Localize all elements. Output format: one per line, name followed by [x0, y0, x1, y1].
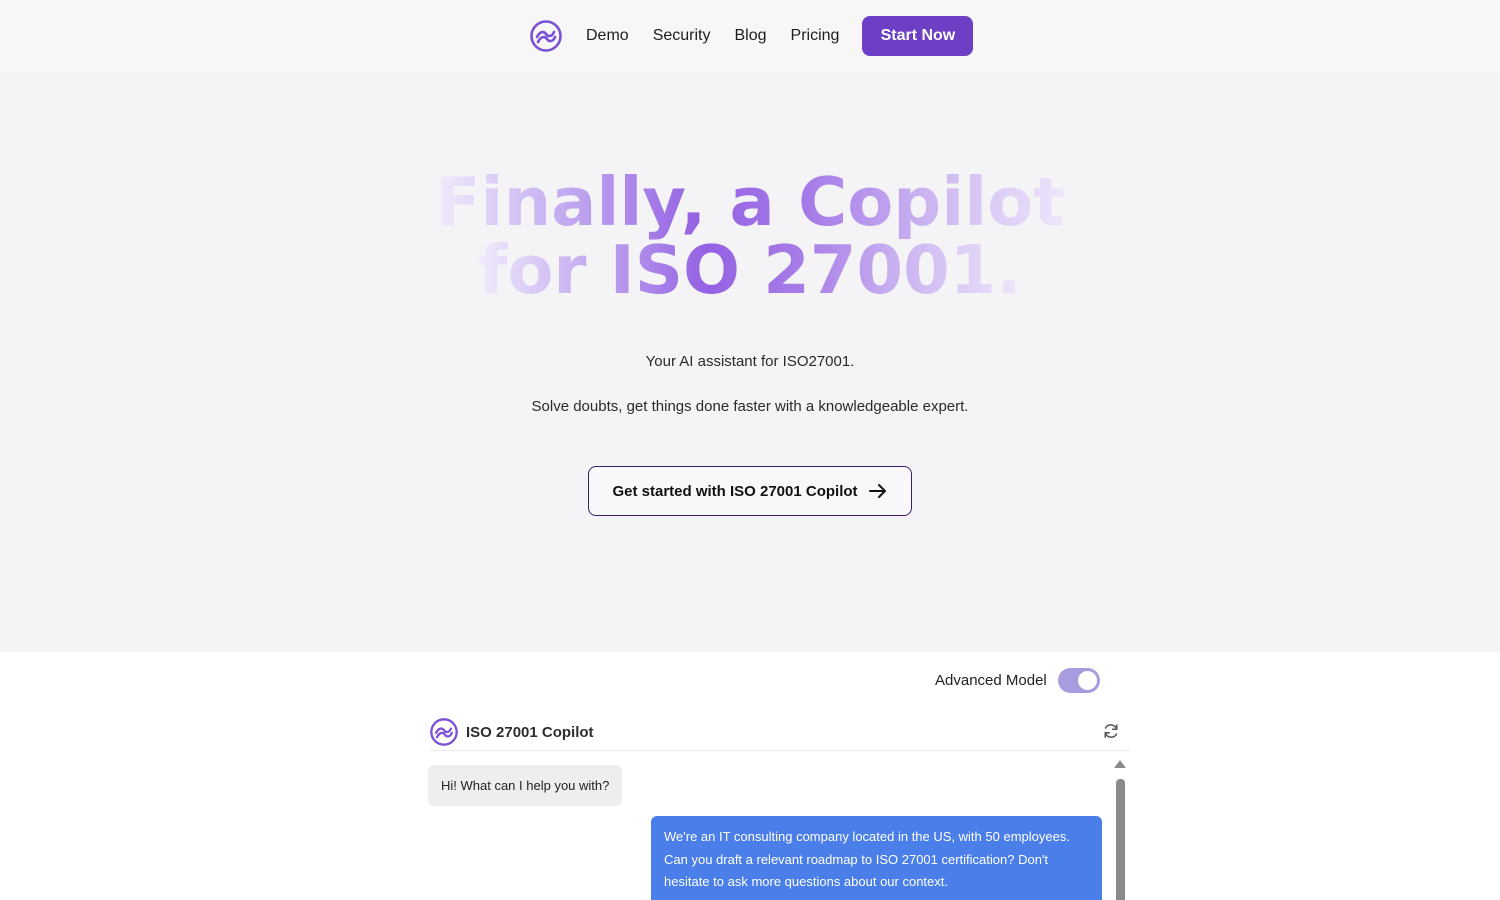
- advanced-model-toggle[interactable]: [1057, 667, 1100, 693]
- nav-link-pricing[interactable]: Pricing: [791, 27, 840, 45]
- chat-logo-icon: [430, 718, 458, 746]
- chat-message-bot: Hi! What can I help you with?: [428, 765, 623, 806]
- headline-line-2: for ISO 27001.: [478, 231, 1022, 309]
- nav-link-blog[interactable]: Blog: [734, 27, 766, 45]
- get-started-button[interactable]: Get started with ISO 27001 Copilot: [588, 466, 912, 516]
- hero-subtitle: Your AI assistant for ISO27001.: [645, 353, 855, 370]
- chat-title: ISO 27001 Copilot: [466, 723, 594, 741]
- nav-link-demo[interactable]: Demo: [586, 27, 629, 45]
- chat-header: ISO 27001 Copilot: [430, 714, 1130, 751]
- top-navbar: Demo Security Blog Pricing Start Now: [0, 0, 1500, 72]
- toggle-knob: [1077, 670, 1097, 690]
- chat-message-user: We're an IT consulting company located i…: [651, 816, 1102, 900]
- hero-description: Solve doubts, get things done faster wit…: [531, 398, 969, 415]
- chat-scrollbar-thumb[interactable]: [1116, 779, 1125, 900]
- get-started-label: Get started with ISO 27001 Copilot: [612, 482, 858, 500]
- nav-link-security[interactable]: Security: [653, 27, 711, 45]
- start-now-button[interactable]: Start Now: [862, 16, 974, 56]
- copilot-logo-icon[interactable]: [530, 20, 562, 52]
- refresh-icon[interactable]: [1102, 722, 1120, 740]
- arrow-right-icon: [868, 484, 886, 498]
- navbar-content: Demo Security Blog Pricing Start Now: [530, 16, 974, 56]
- headline-line-1: Finally, a Copilot: [434, 163, 1066, 241]
- advanced-model-label: Advanced Model: [935, 671, 1047, 689]
- hero-section: Finally, a Copilot for ISO 27001. Your A…: [0, 72, 1500, 652]
- hero-headline: Finally, a Copilot for ISO 27001.: [0, 168, 1500, 304]
- advanced-model-control: Advanced Model: [935, 667, 1100, 693]
- scroll-up-arrow-icon[interactable]: [1114, 760, 1126, 768]
